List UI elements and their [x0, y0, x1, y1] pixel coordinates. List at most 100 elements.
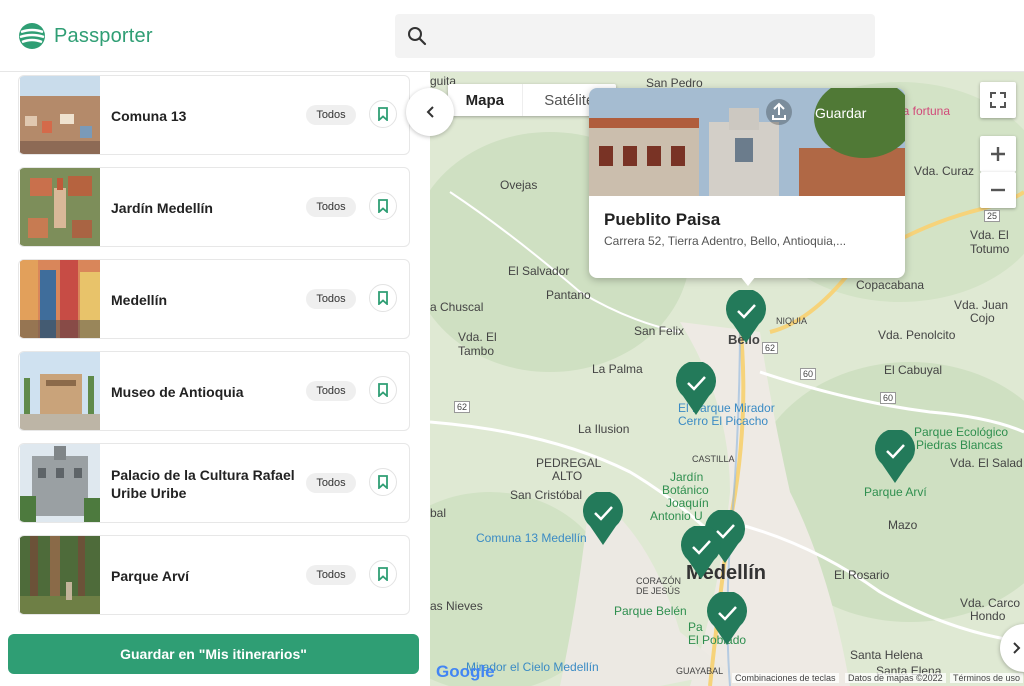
place-title: Parque Arví: [111, 568, 190, 584]
map-label: Cerro El Picacho: [678, 414, 769, 428]
place-card-jardin-medellin[interactable]: Jardín Medellín Todos: [18, 167, 410, 247]
map-marker-comuna-13[interactable]: [582, 492, 624, 546]
map-marker-medellin[interactable]: [680, 526, 722, 580]
map-label: La Ilusion: [578, 422, 630, 436]
map-label: Parque Arví: [864, 485, 927, 499]
category-chip[interactable]: Todos: [306, 473, 356, 493]
map-marker-mirador[interactable]: [675, 362, 717, 416]
map-label: El Cabuyal: [884, 363, 943, 377]
bookmark-icon: [378, 383, 388, 397]
search-input[interactable]: [395, 14, 875, 58]
fullscreen-icon: [990, 92, 1006, 108]
map-label: La Palma: [592, 362, 643, 376]
chevron-right-icon: [1013, 642, 1021, 654]
place-card-medellin[interactable]: Medellín Todos: [18, 259, 410, 339]
map-label: Cojo: [970, 311, 995, 325]
map-label: PEDREGAL: [536, 456, 602, 470]
category-chip[interactable]: Todos: [306, 105, 356, 125]
map-marker-pueblito-paisa[interactable]: [725, 290, 767, 344]
category-chip[interactable]: Todos: [306, 197, 356, 217]
category-chip[interactable]: Todos: [306, 381, 356, 401]
bookmark-icon: [378, 475, 388, 489]
place-thumbnail: [20, 260, 100, 338]
road-shield: 62: [454, 401, 471, 413]
bookmark-button[interactable]: [369, 284, 397, 312]
place-card-parque-arvi[interactable]: Parque Arví Todos: [18, 535, 410, 615]
map-label: Vda. Curaz: [914, 164, 975, 178]
map-label: Pa: [688, 620, 703, 634]
map-label: Comuna 13 Medellín: [476, 531, 587, 545]
terms-link[interactable]: Términos de uso: [950, 673, 1024, 683]
category-chip[interactable]: Todos: [306, 289, 356, 309]
popup-address: Carrera 52, Tierra Adentro, Bello, Antio…: [604, 234, 847, 248]
map-label: bal: [430, 506, 447, 520]
map-label: la fortuna: [900, 104, 951, 118]
map-marker-parque-arvi[interactable]: [874, 430, 916, 484]
map-label: San Felix: [634, 324, 685, 338]
place-card-comuna-13[interactable]: Comuna 13 Todos: [18, 75, 410, 155]
save-itinerary-button[interactable]: Guardar en "Mis itinerarios": [8, 634, 419, 674]
map-label: DE JESÚS: [636, 586, 681, 596]
zoom-in-button[interactable]: [980, 136, 1016, 172]
globe-logo-icon: [19, 23, 45, 49]
map-label: El Salvador: [508, 264, 570, 278]
bookmark-button[interactable]: [369, 560, 397, 588]
bookmark-button[interactable]: [369, 376, 397, 404]
map-label: ALTO: [552, 469, 583, 483]
place-title: Comuna 13: [111, 108, 187, 124]
collapse-sidebar-button[interactable]: [406, 88, 454, 136]
share-icon[interactable]: [765, 98, 793, 126]
map-type-map-button[interactable]: Mapa: [448, 84, 522, 116]
bookmark-icon: [378, 107, 388, 121]
map-label: Vda. Penolcito: [878, 328, 956, 342]
map-label: Pantano: [546, 288, 591, 302]
app-header: Passporter: [0, 0, 1024, 72]
map-label: NIQUIA: [776, 316, 808, 326]
map-label: Vda. Carco: [960, 596, 1021, 610]
map-label: CORAZÓN: [636, 576, 681, 586]
map-label: Parque Ecológico: [914, 425, 1009, 439]
map-label: GUAYABAL: [676, 666, 724, 676]
map-label: Antonio U: [650, 509, 703, 523]
map-label: Totumo: [970, 242, 1010, 256]
popup-save-button[interactable]: Guardar: [815, 105, 866, 121]
app-name: Passporter: [54, 24, 153, 47]
keyboard-shortcuts-link[interactable]: Combinaciones de teclas: [732, 673, 839, 683]
app-logo[interactable]: Passporter: [18, 22, 153, 50]
map-label: Botánico: [662, 483, 709, 497]
popup-pointer: [740, 276, 756, 286]
category-chip[interactable]: Todos: [306, 565, 356, 585]
map-label: Parque Belén: [614, 604, 687, 618]
map-data-attribution: Datos de mapas ©2022: [845, 673, 946, 683]
place-popup[interactable]: Guardar Pueblito Paisa Carrera 52, Tierr…: [589, 88, 905, 278]
bookmark-button[interactable]: [369, 192, 397, 220]
place-title: Museo de Antioquia: [111, 384, 244, 400]
place-card-palacio-de-la-cultura[interactable]: Palacio de la Cultura Rafael Uribe Uribe…: [18, 443, 410, 523]
map-label: San Cristóbal: [510, 488, 583, 502]
place-thumbnail: [20, 536, 100, 614]
map-label: Santa Helena: [850, 648, 923, 662]
chevron-left-icon: [426, 106, 434, 118]
place-thumbnail: [20, 168, 100, 246]
map-label: Hondo: [970, 609, 1006, 623]
map-label: as Nieves: [430, 599, 483, 613]
map-label: Joaquín: [666, 496, 709, 510]
bookmark-button[interactable]: [369, 100, 397, 128]
place-title: Medellín: [111, 292, 168, 308]
bookmark-button[interactable]: [369, 468, 397, 496]
map-label: Tambo: [458, 344, 495, 358]
map-label: Mazo: [888, 518, 918, 532]
place-thumbnail: [20, 76, 100, 154]
place-card-museo-de-antioquia[interactable]: Museo de Antioquia Todos: [18, 351, 410, 431]
bookmark-icon: [378, 199, 388, 213]
place-thumbnail: [20, 444, 100, 522]
bookmark-icon: [378, 567, 388, 581]
map-label: Copacabana: [856, 278, 925, 292]
fullscreen-button[interactable]: [980, 82, 1016, 118]
zoom-out-button[interactable]: [980, 172, 1016, 208]
google-logo: Google: [436, 662, 495, 682]
map-label: CASTILLA: [692, 454, 735, 464]
place-thumbnail: [20, 352, 100, 430]
road-shield: 25: [984, 210, 1001, 222]
map-marker-poblado[interactable]: [706, 592, 748, 646]
